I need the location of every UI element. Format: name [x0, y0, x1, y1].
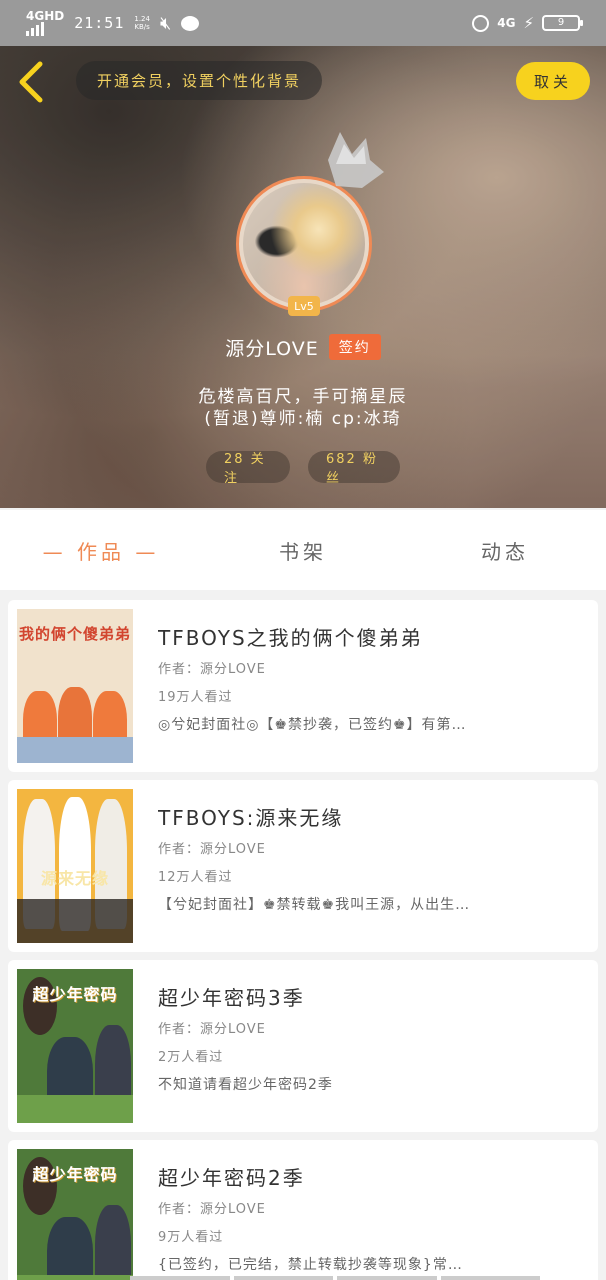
- list-item[interactable]: 超少年密码 超少年密码2季 作者：源分LOVE 9万人看过 {已签约，已完结，禁…: [8, 1140, 598, 1280]
- book-description: 【兮妃封面社】♚禁转载♚我叫王源，从出生…: [158, 897, 471, 913]
- crown-icon: [328, 132, 384, 188]
- network-type: 4GHD: [26, 9, 65, 23]
- book-title: 超少年密码2季: [158, 1166, 305, 1190]
- book-author: 作者：源分LOVE: [158, 1202, 266, 1217]
- book-title: TFBOYS:源来无缘: [158, 806, 344, 830]
- username: 源分LOVE: [225, 337, 319, 360]
- tab-bookshelf[interactable]: 书架: [202, 536, 404, 565]
- book-author: 作者：源分LOVE: [158, 842, 266, 857]
- book-views: 12万人看过: [158, 870, 233, 885]
- unfollow-button[interactable]: 取关: [516, 62, 590, 100]
- chevron-left-icon: [19, 61, 43, 103]
- bio-line-1: 危楼高百尺，手可摘星辰: [198, 387, 408, 407]
- cover-title: 我的俩个傻弟弟: [18, 625, 131, 643]
- charging-bolt-icon: ⚡︎: [523, 14, 534, 32]
- cover-title: 超少年密码: [32, 985, 118, 1004]
- book-views: 19万人看过: [158, 690, 233, 705]
- level-badge: Lv5: [288, 296, 320, 316]
- book-description: {已签约，已完结，禁止转载抄袭等现象}常…: [158, 1257, 463, 1273]
- chat-bubble-icon: [181, 15, 200, 31]
- book-views: 9万人看过: [158, 1230, 224, 1245]
- battery-icon: 9: [542, 15, 583, 31]
- user-bio: 危楼高百尺，手可摘星辰 (暂退)尊师:楠 cp:冰琦: [0, 386, 606, 430]
- fans-count-button[interactable]: 682 粉丝: [308, 451, 400, 486]
- signal-icon: 4GHD: [26, 10, 64, 36]
- works-list: 我的俩个傻弟弟 TFBOYS之我的俩个傻弟弟 作者：源分LOVE 19万人看过 …: [8, 600, 598, 1280]
- book-cover: 超少年密码: [17, 969, 133, 1123]
- vip-background-banner[interactable]: 开通会员，设置个性化背景: [76, 61, 322, 100]
- status-bar: 4GHD 21:51 1.24 KB/s 🔇︎ 4G ⚡︎ 9: [0, 0, 606, 46]
- book-author: 作者：源分LOVE: [158, 662, 266, 677]
- book-title: 超少年密码3季: [158, 986, 305, 1010]
- book-cover: 源来无缘: [17, 789, 133, 943]
- book-description: ◎兮妃封面社◎【♚禁抄袭，已签约♚】有第…: [158, 717, 467, 733]
- alarm-icon: [472, 14, 490, 32]
- network-speed: 1.24 KB/s: [134, 15, 150, 31]
- book-cover: 超少年密码: [17, 1149, 133, 1280]
- clock: 21:51: [74, 14, 125, 32]
- back-button[interactable]: [14, 60, 50, 104]
- book-description: 不知道请看超少年密码2季: [158, 1077, 333, 1093]
- avatar-photo: [243, 183, 365, 305]
- profile-tabs: — 作品 — 书架 动态: [0, 510, 606, 590]
- book-views: 2万人看过: [158, 1050, 224, 1065]
- book-title: TFBOYS之我的俩个傻弟弟: [158, 626, 423, 650]
- tab-works[interactable]: — 作品 —: [0, 536, 202, 565]
- username-row: 源分LOVE 签约: [0, 332, 606, 362]
- mute-icon: 🔇︎: [159, 12, 172, 34]
- scroll-indicator: [130, 1276, 540, 1280]
- cover-title: 源来无缘: [40, 869, 109, 888]
- list-item[interactable]: 我的俩个傻弟弟 TFBOYS之我的俩个傻弟弟 作者：源分LOVE 19万人看过 …: [8, 600, 598, 772]
- book-author: 作者：源分LOVE: [158, 1022, 266, 1037]
- book-cover: 我的俩个傻弟弟: [17, 609, 133, 763]
- list-item[interactable]: 超少年密码 超少年密码3季 作者：源分LOVE 2万人看过 不知道请看超少年密码…: [8, 960, 598, 1132]
- signed-badge: 签约: [328, 334, 381, 360]
- profile-stats: 28 关注 682 粉丝: [0, 451, 606, 486]
- tab-activity[interactable]: 动态: [404, 536, 606, 565]
- cover-title: 超少年密码: [32, 1165, 118, 1184]
- following-count-button[interactable]: 28 关注: [206, 451, 290, 486]
- avatar[interactable]: [236, 176, 372, 312]
- bio-line-2: (暂退)尊师:楠 cp:冰琦: [204, 409, 402, 429]
- list-item[interactable]: 源来无缘 TFBOYS:源来无缘 作者：源分LOVE 12万人看过 【兮妃封面社…: [8, 780, 598, 952]
- network-type-right: 4G: [497, 16, 516, 30]
